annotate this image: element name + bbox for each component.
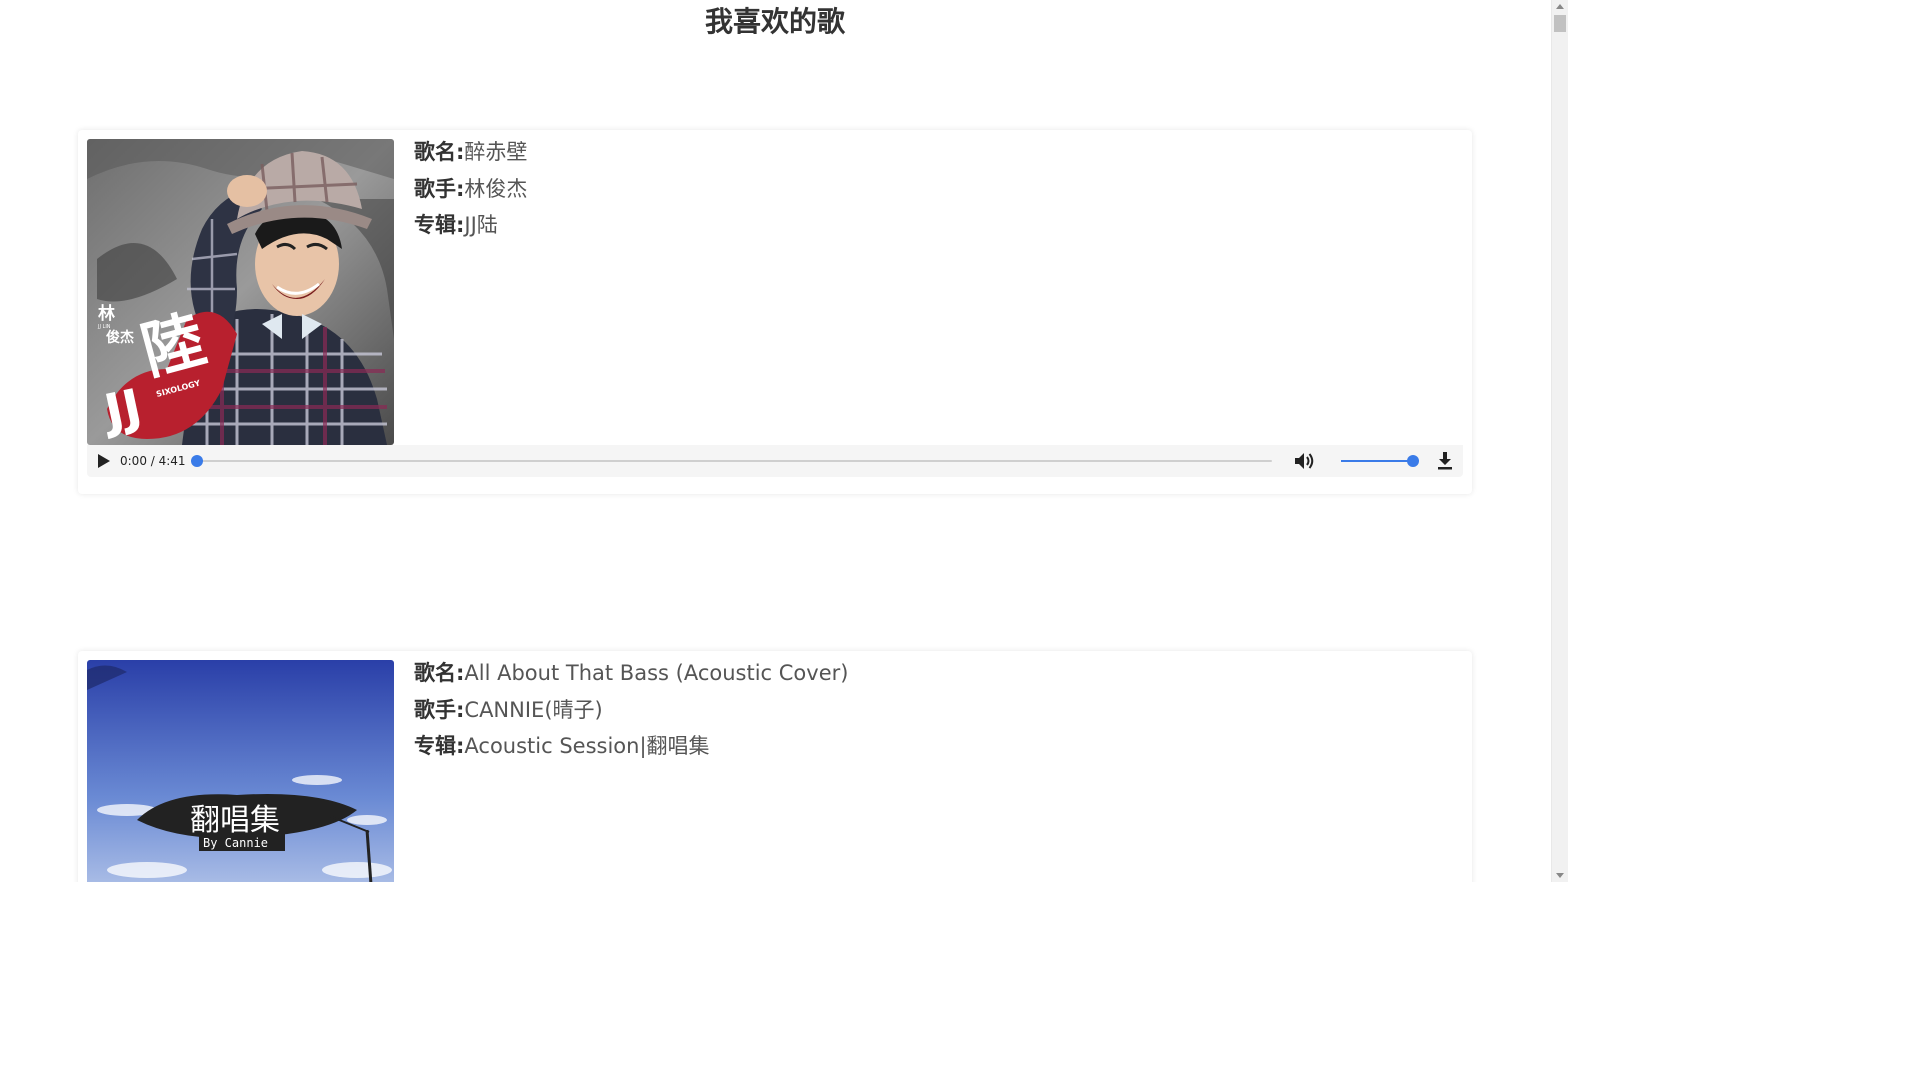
song-album: Acoustic Session|翻唱集 bbox=[464, 734, 710, 758]
scroll-down-arrow-icon[interactable] bbox=[1556, 873, 1564, 878]
song-album: JJ陆 bbox=[464, 213, 498, 237]
song-title-row: 歌名:醉赤壁 bbox=[414, 134, 527, 171]
song-album-row: 专辑:Acoustic Session|翻唱集 bbox=[414, 728, 848, 765]
volume-icon[interactable] bbox=[1294, 451, 1316, 471]
svg-text:By Cannie: By Cannie bbox=[203, 836, 268, 850]
song-info: 歌名:醉赤壁 歌手:林俊杰 专辑:JJ陆 bbox=[414, 134, 527, 244]
player-time: 0:00 / 4:41 bbox=[120, 454, 186, 468]
page-scrollbar[interactable] bbox=[1551, 0, 1568, 882]
song-artist-label: 歌手: bbox=[414, 176, 465, 201]
song-album-row: 专辑:JJ陆 bbox=[414, 207, 527, 244]
progress-thumb[interactable] bbox=[191, 455, 203, 467]
song-artist: CANNIE(晴子) bbox=[464, 697, 603, 722]
page-title: 我喜欢的歌 bbox=[704, 5, 845, 38]
svg-text:翻唱集: 翻唱集 bbox=[190, 803, 280, 838]
volume-slider[interactable] bbox=[1341, 455, 1419, 467]
play-icon[interactable] bbox=[98, 454, 110, 468]
song-album-label: 专辑: bbox=[414, 213, 465, 237]
album-cover: 翻唱集 By Cannie bbox=[87, 660, 394, 882]
volume-fill bbox=[1341, 460, 1413, 462]
album-cover-image: 翻唱集 By Cannie bbox=[87, 660, 394, 882]
album-cover-image: 陸 JJ SIXOLOGY 林 JJ LIN 俊杰 bbox=[87, 139, 394, 445]
progress-bar[interactable] bbox=[191, 455, 1272, 467]
song-title: All About That Bass (Acoustic Cover) bbox=[464, 661, 849, 685]
song-title-label: 歌名: bbox=[414, 140, 465, 164]
song-album-label: 专辑: bbox=[414, 734, 465, 758]
svg-text:林: 林 bbox=[98, 303, 115, 324]
song-card: 陸 JJ SIXOLOGY 林 JJ LIN 俊杰 歌名:醉赤壁 歌手:林俊杰 … bbox=[78, 130, 1472, 494]
song-artist: 林俊杰 bbox=[464, 176, 528, 201]
song-info: 歌名:All About That Bass (Acoustic Cover) … bbox=[414, 655, 848, 765]
song-artist-row: 歌手:林俊杰 bbox=[414, 171, 527, 208]
song-title-row: 歌名:All About That Bass (Acoustic Cover) bbox=[414, 655, 848, 692]
song-title-label: 歌名: bbox=[414, 661, 465, 685]
download-icon[interactable] bbox=[1437, 452, 1453, 470]
audio-player: 0:00 / 4:41 bbox=[87, 445, 1463, 477]
song-artist-row: 歌手:CANNIE(晴子) bbox=[414, 692, 848, 729]
volume-thumb[interactable] bbox=[1407, 455, 1419, 467]
song-title: 醉赤壁 bbox=[464, 140, 528, 164]
scrollbar-thumb[interactable] bbox=[1554, 15, 1566, 32]
page: 我喜欢的歌 陸 JJ SIXOLOGY 林 JJ LIN 俊杰 歌名:醉赤壁 歌… bbox=[0, 0, 1568, 882]
scroll-up-arrow-icon[interactable] bbox=[1556, 4, 1564, 9]
song-artist-label: 歌手: bbox=[414, 697, 465, 722]
svg-text:俊杰: 俊杰 bbox=[106, 329, 134, 346]
song-card: 翻唱集 By Cannie 歌名:All About That Bass (Ac… bbox=[78, 651, 1472, 882]
album-cover: 陸 JJ SIXOLOGY 林 JJ LIN 俊杰 bbox=[87, 139, 394, 445]
